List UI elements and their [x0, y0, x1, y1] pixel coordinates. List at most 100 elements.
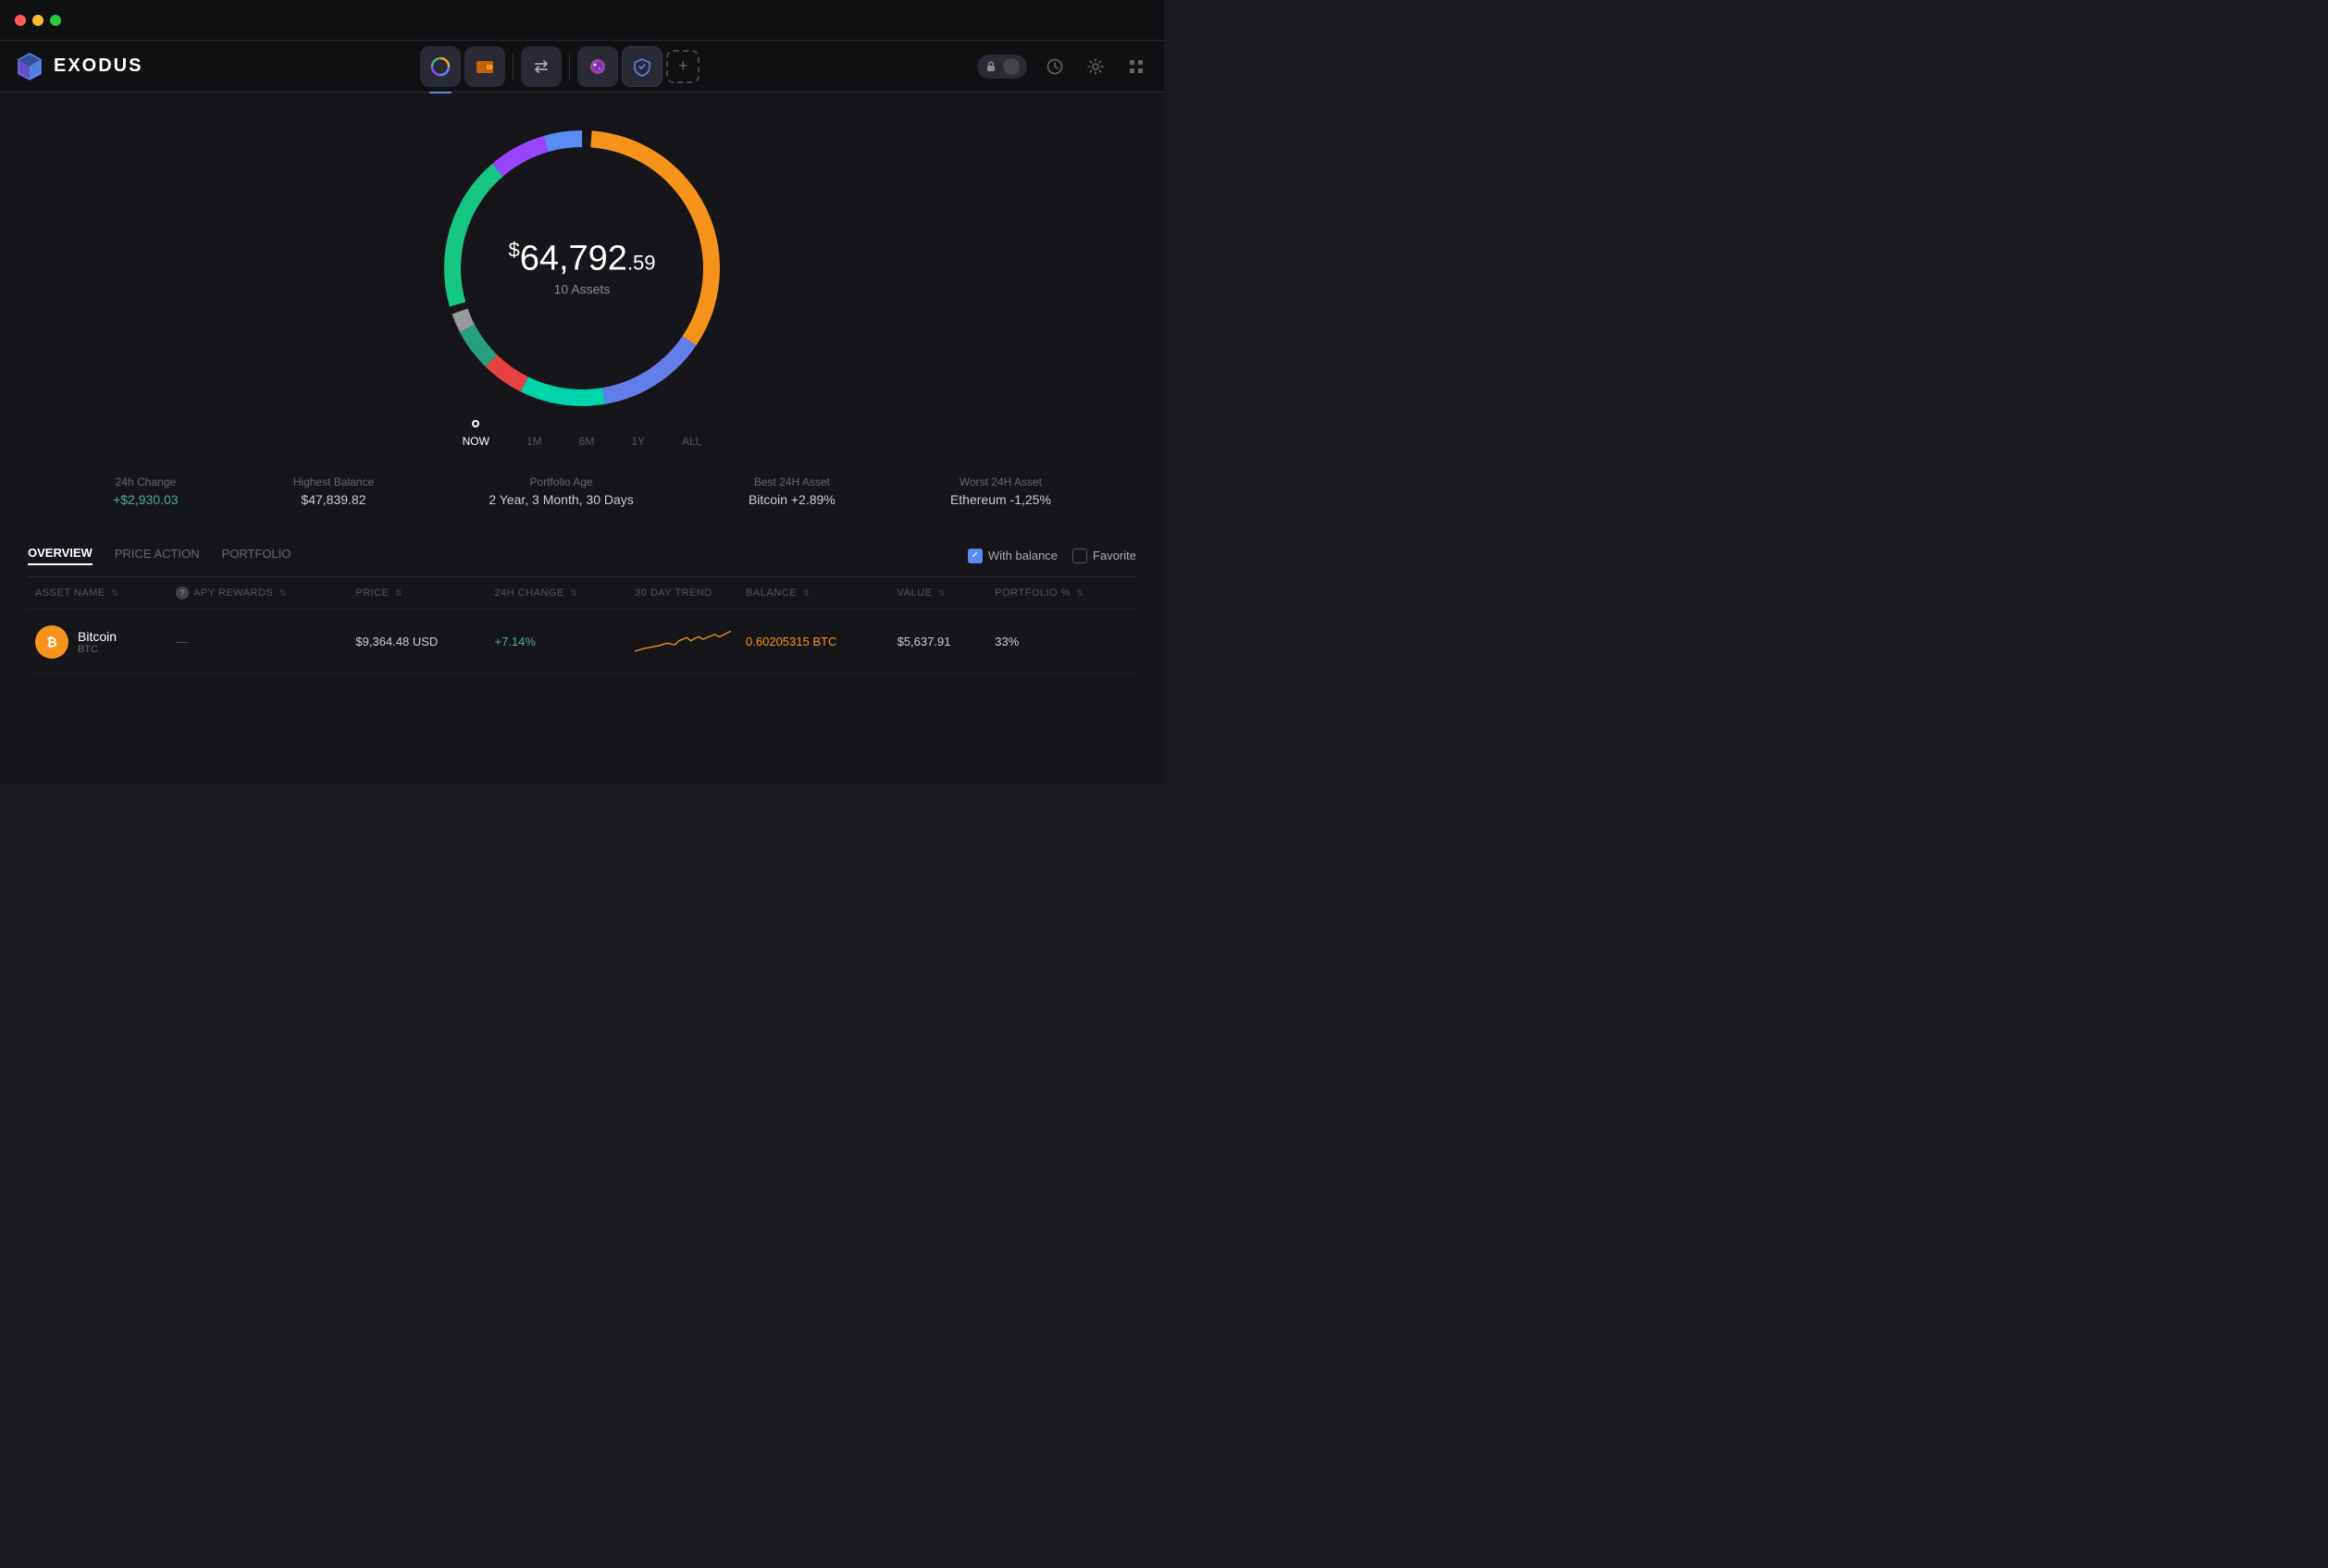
- minimize-button[interactable]: [32, 15, 43, 26]
- favorite-check: [1072, 549, 1087, 563]
- portfolio-amount: $64,792.59: [508, 241, 655, 277]
- tab-portfolio[interactable]: PORTFOLIO: [222, 547, 291, 564]
- price-cell: $9,364.48 USD: [348, 610, 487, 674]
- table-section: OVERVIEW PRICE ACTION PORTFOLIO ✓ With b…: [0, 535, 1164, 674]
- sort-arrow-price: ⇅: [395, 588, 402, 598]
- col-portfolio-pct: PORTFOLIO % ⇅: [987, 577, 1136, 610]
- col-asset-name: ASSET NAME ⇅: [28, 577, 168, 610]
- col-24h-change: 24H CHANGE ⇅: [488, 577, 628, 610]
- lock-toggle[interactable]: [977, 55, 1027, 79]
- time-btn-1y[interactable]: 1Y: [631, 435, 645, 448]
- stat-best-asset: Best 24H Asset Bitcoin +2.89%: [749, 475, 836, 507]
- stat-portfolio-age-value: 2 Year, 3 Month, 30 Days: [489, 492, 633, 507]
- stat-highest-balance-label: Highest Balance: [293, 475, 374, 488]
- time-btn-now[interactable]: NOW: [463, 435, 489, 448]
- lock-dot: [1003, 58, 1020, 75]
- tab-price-action[interactable]: PRICE ACTION: [115, 547, 200, 564]
- sort-arrow-value: ⇅: [938, 588, 946, 598]
- table-header: ASSET NAME ⇅ ? APY REWARDS ⇅ PRICE ⇅ 24H…: [28, 577, 1136, 610]
- col-price: PRICE ⇅: [348, 577, 487, 610]
- nav-divider-2: [569, 54, 570, 80]
- portfolio-icon: [430, 56, 451, 77]
- svg-text:+: +: [641, 60, 644, 65]
- nav-tab-shield[interactable]: +: [622, 46, 662, 87]
- asset-name-text: Bitcoin BTC: [78, 629, 117, 655]
- stat-24h-change-label: 24h Change: [113, 475, 178, 488]
- exchange-icon: [531, 56, 551, 77]
- table-row[interactable]: ₿ Bitcoin BTC — $9,364.48 USD: [28, 610, 1136, 674]
- history-button[interactable]: [1042, 54, 1068, 80]
- stat-24h-change-value: +$2,930.03: [113, 492, 178, 507]
- time-selector: NOW 1M 6M 1Y ALL: [444, 435, 721, 448]
- main-toolbar: EXODUS: [0, 41, 1164, 93]
- nav-tab-add[interactable]: +: [666, 50, 700, 83]
- tab-overview[interactable]: OVERVIEW: [28, 546, 93, 565]
- grid-button[interactable]: [1123, 54, 1149, 80]
- sort-arrow-change: ⇅: [570, 588, 577, 598]
- toolbar-right: [977, 54, 1149, 80]
- asset-ticker: BTC: [78, 644, 117, 655]
- nav-tabs: + +: [420, 46, 700, 87]
- settings-icon: [1086, 57, 1105, 76]
- stat-highest-balance: Highest Balance $47,839.82: [293, 475, 374, 507]
- nav-divider-1: [513, 54, 514, 80]
- time-btn-6m[interactable]: 6M: [579, 435, 595, 448]
- nav-tab-ai[interactable]: [577, 46, 618, 87]
- balance-cell: 0.60205315 BTC: [738, 610, 890, 674]
- asset-full-name: Bitcoin: [78, 629, 117, 644]
- maximize-button[interactable]: [50, 15, 61, 26]
- with-balance-label: With balance: [988, 549, 1058, 562]
- stat-worst-asset-label: Worst 24H Asset: [950, 475, 1051, 488]
- trend-cell: [627, 610, 738, 674]
- table-filter-area: ✓ With balance Favorite: [968, 549, 1136, 563]
- shield-icon: +: [632, 56, 652, 77]
- value-cell: $5,637.91: [890, 610, 988, 674]
- filter-favorite[interactable]: Favorite: [1072, 549, 1136, 563]
- bitcoin-logo: ₿: [43, 633, 61, 651]
- close-button[interactable]: [15, 15, 26, 26]
- svg-text:₿: ₿: [46, 635, 56, 649]
- traffic-lights: [15, 15, 61, 26]
- nav-tab-exchange[interactable]: [521, 46, 562, 87]
- sort-arrow-portfolio: ⇅: [1077, 588, 1084, 598]
- exodus-logo-icon: [15, 52, 44, 81]
- assets-count: 10 Assets: [508, 281, 655, 296]
- chart-center: $64,792.59 10 Assets: [508, 241, 655, 297]
- col-30d-trend: 30 DAY TREND: [627, 577, 738, 610]
- stat-portfolio-age: Portfolio Age 2 Year, 3 Month, 30 Days: [489, 475, 633, 507]
- sort-arrow-apy: ⇅: [279, 588, 287, 598]
- with-balance-check: ✓: [968, 549, 983, 563]
- time-btn-all[interactable]: ALL: [682, 435, 701, 448]
- stats-row: 24h Change +$2,930.03 Highest Balance $4…: [0, 457, 1164, 525]
- portfolio-pct-cell: 33%: [987, 610, 1136, 674]
- filter-with-balance[interactable]: ✓ With balance: [968, 549, 1058, 563]
- amount-main: 64,792: [520, 239, 627, 278]
- titlebar: [0, 0, 1164, 41]
- stat-worst-asset-value: Ethereum -1,25%: [950, 492, 1051, 507]
- stat-portfolio-age-label: Portfolio Age: [489, 475, 633, 488]
- col-value: VALUE ⇅: [890, 577, 988, 610]
- grid-icon: [1127, 57, 1145, 76]
- logo-text: EXODUS: [54, 56, 142, 77]
- table-header-row: ASSET NAME ⇅ ? APY REWARDS ⇅ PRICE ⇅ 24H…: [28, 577, 1136, 610]
- nav-tab-wallet[interactable]: [464, 46, 505, 87]
- ai-icon: [588, 56, 608, 77]
- dollar-sign: $: [508, 239, 519, 262]
- change-cell: +7.14%: [488, 610, 628, 674]
- stat-highest-balance-value: $47,839.82: [293, 492, 374, 507]
- portfolio-section: $64,792.59 10 Assets NOW 1M 6M 1Y ALL: [0, 93, 1164, 535]
- apy-help-icon[interactable]: ?: [176, 586, 189, 599]
- settings-button[interactable]: [1083, 54, 1108, 80]
- donut-chart: $64,792.59 10 Assets: [425, 111, 739, 426]
- add-icon: +: [678, 56, 688, 76]
- trend-chart: [635, 621, 731, 658]
- col-balance: BALANCE ⇅: [738, 577, 890, 610]
- wallet-icon: [475, 56, 495, 77]
- sort-arrow-balance: ⇅: [802, 588, 810, 598]
- assets-table: ASSET NAME ⇅ ? APY REWARDS ⇅ PRICE ⇅ 24H…: [28, 577, 1136, 674]
- favorite-label: Favorite: [1093, 549, 1136, 562]
- stat-best-asset-value: Bitcoin +2.89%: [749, 492, 836, 507]
- time-btn-1m[interactable]: 1M: [526, 435, 542, 448]
- apy-value: —: [176, 635, 188, 648]
- nav-tab-portfolio[interactable]: [420, 46, 461, 87]
